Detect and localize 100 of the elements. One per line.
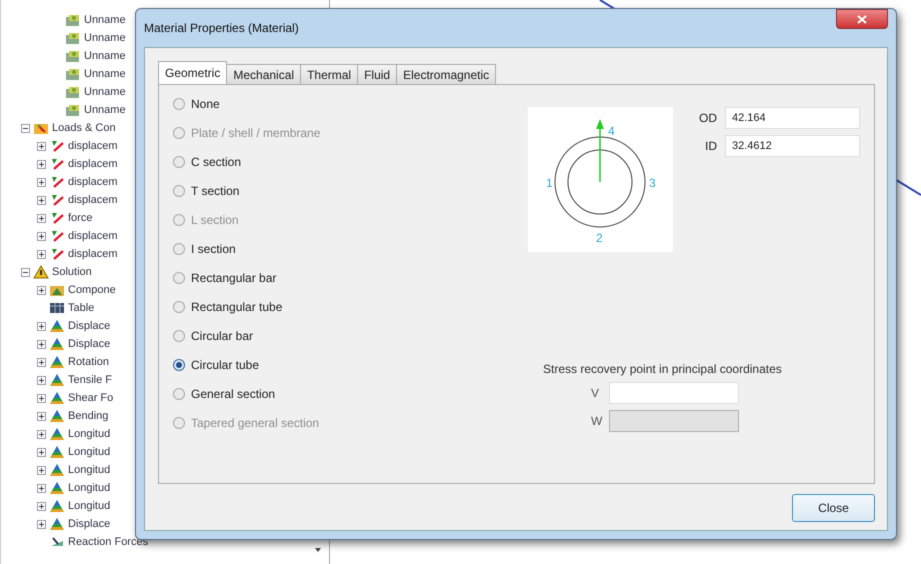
- contour-triangle-icon: [49, 355, 65, 369]
- tree-item[interactable]: Displace: [68, 338, 110, 350]
- dimension-field[interactable]: 42.164: [725, 107, 860, 129]
- expand-box-icon[interactable]: [37, 178, 46, 186]
- arrow-icon: [49, 247, 65, 261]
- expand-box-icon[interactable]: [37, 502, 46, 510]
- tree-item[interactable]: Longitud: [68, 482, 110, 494]
- expand-box-icon[interactable]: [37, 322, 46, 330]
- expand-box-icon[interactable]: [37, 394, 46, 402]
- contour-triangle-icon: [49, 517, 65, 531]
- tree-item[interactable]: Compone: [68, 284, 116, 296]
- tab[interactable]: Mechanical: [226, 64, 302, 84]
- expand-box-icon[interactable]: [37, 520, 46, 528]
- tree-item[interactable]: Reaction Forces: [68, 536, 148, 548]
- section-radio[interactable]: Rectangular tube: [173, 298, 510, 316]
- contour-triangle-icon: [49, 445, 65, 459]
- tree-item[interactable]: Bending: [68, 410, 108, 422]
- tree-item[interactable]: displacem: [68, 158, 118, 170]
- section-radio[interactable]: General section: [173, 385, 510, 403]
- section-radio[interactable]: T section: [173, 182, 510, 200]
- tree-item[interactable]: displacem: [68, 248, 118, 260]
- expand-box-icon[interactable]: [37, 430, 46, 438]
- field-label: W: [591, 414, 603, 428]
- expand-box-icon[interactable]: [37, 466, 46, 474]
- tree-item[interactable]: Rotation: [68, 356, 109, 368]
- contour-triangle-icon: [49, 373, 65, 387]
- contour-triangle-icon: [49, 409, 65, 423]
- tree-item[interactable]: Shear Fo: [68, 392, 114, 404]
- tree-item[interactable]: Unname: [84, 68, 126, 80]
- expand-box-icon[interactable]: [37, 214, 46, 222]
- tree-item[interactable]: Longitud: [68, 446, 110, 458]
- table-icon: [49, 301, 65, 315]
- arrow-icon: [49, 193, 65, 207]
- tree-item[interactable]: Unname: [84, 14, 126, 26]
- tree-item[interactable]: Longitud: [68, 464, 110, 476]
- section-radio[interactable]: C section: [173, 153, 510, 171]
- expand-box-icon[interactable]: [37, 160, 46, 168]
- close-button[interactable]: Close: [792, 494, 875, 522]
- dimension-label: ID: [704, 139, 717, 153]
- section-heading: Stress recovery point in principal coordinates: [543, 362, 783, 376]
- contour-triangle-icon: [49, 391, 65, 405]
- expand-box-icon[interactable]: [37, 448, 46, 456]
- tree-item[interactable]: displacem: [68, 176, 118, 188]
- tab[interactable]: Fluid: [357, 64, 398, 84]
- tree-item[interactable]: Longitud: [68, 428, 110, 440]
- window-title: Material Properties (Material): [144, 21, 299, 35]
- expand-box-icon[interactable]: [37, 250, 46, 258]
- arrow-icon: [49, 175, 65, 189]
- contour-triangle-icon: [49, 337, 65, 351]
- section-radio[interactable]: None: [173, 95, 510, 113]
- tree-item[interactable]: displacem: [68, 194, 118, 206]
- coordinate-field[interactable]: [609, 382, 739, 404]
- tube-section-drawing: 1 2 3 4: [528, 107, 673, 252]
- close-icon: [857, 14, 867, 24]
- tree-item[interactable]: Loads & Con: [52, 122, 116, 134]
- folder-icon: [33, 121, 49, 135]
- tree-item[interactable]: Unname: [84, 32, 126, 44]
- component-icon: [49, 283, 65, 297]
- arrow-icon: [49, 157, 65, 171]
- tree-item[interactable]: Solution: [52, 266, 92, 278]
- tree-item[interactable]: displacem: [68, 230, 118, 242]
- expand-box-icon[interactable]: [37, 286, 46, 294]
- field-label: V: [591, 386, 600, 400]
- dimension-field[interactable]: 32.4612: [725, 135, 860, 157]
- section-radio[interactable]: Circular bar: [173, 327, 510, 345]
- tree-item[interactable]: Longitud: [68, 500, 110, 512]
- contour-triangle-icon: [49, 499, 65, 513]
- collapse-box-icon[interactable]: [21, 124, 30, 132]
- arrow-icon: [49, 139, 65, 153]
- contour-triangle-icon: [49, 463, 65, 477]
- tab[interactable]: Thermal: [300, 64, 358, 84]
- tab[interactable]: Electromagnetic: [396, 64, 496, 84]
- section-radio[interactable]: Circular tube: [173, 356, 510, 374]
- dimension-label: OD: [698, 111, 717, 125]
- arrow-icon: [49, 229, 65, 243]
- expand-box-icon[interactable]: [37, 358, 46, 366]
- tab[interactable]: Geometric: [158, 61, 228, 84]
- tree-item[interactable]: Unname: [84, 86, 126, 98]
- expand-box-icon[interactable]: [37, 484, 46, 492]
- tree-item[interactable]: Unname: [84, 104, 126, 116]
- tree-item[interactable]: Table: [68, 302, 94, 314]
- expand-box-icon[interactable]: [37, 376, 46, 384]
- expand-box-icon[interactable]: [37, 142, 46, 150]
- warning-triangle-icon: [33, 265, 49, 279]
- collapse-box-icon[interactable]: [21, 268, 30, 276]
- expand-box-icon[interactable]: [37, 232, 46, 240]
- section-radio[interactable]: I section: [173, 240, 510, 258]
- expand-box-icon[interactable]: [37, 340, 46, 348]
- expand-box-icon[interactable]: [37, 412, 46, 420]
- contour-triangle-icon: [49, 427, 65, 441]
- arrow-icon: [49, 211, 65, 225]
- tree-item[interactable]: force: [68, 212, 92, 224]
- tree-item[interactable]: Tensile F: [68, 374, 112, 386]
- section-radio[interactable]: Rectangular bar: [173, 269, 510, 287]
- tree-item[interactable]: Unname: [84, 50, 126, 62]
- tree-item[interactable]: Displace: [68, 518, 110, 530]
- tree-item[interactable]: displacem: [68, 140, 118, 152]
- close-window-button[interactable]: [836, 9, 888, 29]
- tree-item[interactable]: Displace: [68, 320, 110, 332]
- expand-box-icon[interactable]: [37, 196, 46, 204]
